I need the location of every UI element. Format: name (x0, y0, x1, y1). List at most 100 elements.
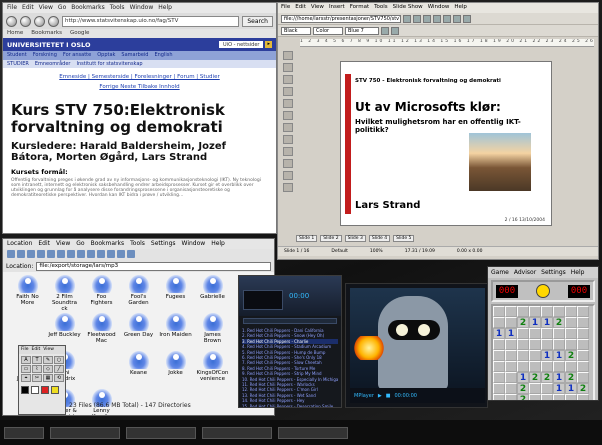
mine-cell[interactable] (505, 306, 517, 317)
menu-location[interactable]: Location (7, 240, 32, 248)
menu-view[interactable]: View (56, 240, 70, 248)
mine-cell[interactable]: 2 (517, 394, 529, 400)
paint-tool-icon[interactable]: ✎ (43, 356, 53, 364)
mine-cell[interactable] (565, 306, 577, 317)
mine-cell[interactable] (493, 361, 505, 372)
paint-tool-icon[interactable]: A (21, 356, 31, 364)
menu-window[interactable]: Window (428, 4, 450, 12)
slide-tab[interactable]: Slide 5 (393, 235, 415, 242)
mine-cell[interactable]: 1 (553, 372, 565, 383)
back-icon[interactable] (6, 15, 17, 27)
menu-view[interactable]: View (311, 4, 324, 12)
cut-icon[interactable] (433, 14, 441, 23)
mine-cell[interactable] (529, 328, 541, 339)
mine-cell[interactable] (493, 339, 505, 350)
curve-tool-icon[interactable] (283, 123, 293, 132)
slide-tab[interactable]: Slide 2 (320, 235, 342, 242)
menu-edit[interactable]: Edit (22, 4, 34, 12)
paint-tool-icon[interactable]: T (32, 356, 42, 364)
paint-tool-icon[interactable]: ✂ (32, 374, 42, 382)
print-icon[interactable] (87, 250, 95, 258)
print-icon[interactable] (423, 14, 431, 23)
mine-cell[interactable] (493, 350, 505, 361)
taskbar-button[interactable] (202, 426, 272, 439)
mine-cell[interactable] (505, 350, 517, 361)
mine-cell[interactable]: 2 (541, 372, 553, 383)
mine-cell[interactable] (565, 361, 577, 372)
mine-cell[interactable]: 1 (553, 383, 565, 394)
site-nav-tab[interactable]: Opptak (97, 52, 115, 59)
color-swatch[interactable] (21, 386, 29, 394)
mine-cell[interactable] (505, 339, 517, 350)
mine-cell[interactable] (577, 306, 589, 317)
ellipse-tool-icon[interactable] (283, 99, 293, 108)
mine-cell[interactable] (565, 317, 577, 328)
folder-item[interactable]: KingsOfCon venience (196, 351, 229, 389)
paste-icon[interactable] (77, 250, 85, 258)
fill-select[interactable]: Blue 7 (345, 26, 379, 35)
font-color-select[interactable]: Black (281, 26, 311, 35)
line-color-select[interactable]: Color (313, 26, 343, 35)
color-swatch[interactable] (41, 386, 49, 394)
paint-tool-icon[interactable]: ▭ (21, 365, 31, 373)
menu-view[interactable]: View (39, 4, 53, 12)
mine-cell[interactable]: 2 (565, 350, 577, 361)
mine-cell[interactable] (517, 339, 529, 350)
playlist-item[interactable]: 15. Red Hot Chili Peppers - Desecration … (242, 404, 338, 407)
rectangle-tool-icon[interactable] (283, 87, 293, 96)
mine-cell[interactable] (541, 394, 553, 400)
bold-icon[interactable] (391, 26, 399, 35)
mine-cell[interactable]: 1 (541, 350, 553, 361)
mine-cell[interactable] (565, 394, 577, 400)
paste-icon[interactable] (453, 14, 461, 23)
menu-game[interactable]: Game (491, 269, 509, 276)
folder-item[interactable]: Faith No More (11, 275, 44, 313)
site-search-input[interactable]: UiO - nettsider (219, 41, 264, 48)
site-sub-tab[interactable]: STUDIER (7, 61, 29, 67)
color-swatch[interactable] (31, 386, 39, 394)
site-sub-tab[interactable]: Institutt for statsvitenskap (77, 61, 143, 67)
menu-format[interactable]: Format (350, 4, 369, 12)
site-search-button[interactable]: ▸ (265, 41, 272, 48)
mine-cell[interactable] (577, 317, 589, 328)
connector-tool-icon[interactable] (283, 135, 293, 144)
slide-tab[interactable]: Slide 1 (296, 235, 318, 242)
menu-help[interactable]: Help (454, 4, 467, 12)
menu-settings[interactable]: Settings (151, 240, 176, 248)
rotate-tool-icon[interactable] (283, 159, 293, 168)
line-tool-icon[interactable] (283, 111, 293, 120)
bookmark-home[interactable]: Home (7, 30, 23, 37)
site-nav-tab[interactable]: Forskning (33, 52, 57, 59)
mine-cell[interactable] (541, 383, 553, 394)
paint-tool-icon[interactable]: ▦ (43, 374, 53, 382)
mine-cell[interactable] (517, 328, 529, 339)
shadow-icon[interactable] (381, 26, 389, 35)
menu-help[interactable]: Help (211, 240, 225, 248)
bookmark-bookmarks[interactable]: Bookmarks (31, 30, 62, 37)
smiley-button[interactable] (536, 284, 550, 298)
mine-cell[interactable] (577, 361, 589, 372)
menu-window[interactable]: Window (130, 4, 154, 12)
menu-advisor[interactable]: Advisor (514, 269, 536, 276)
forward-icon[interactable] (20, 15, 31, 27)
mine-cell[interactable] (577, 350, 589, 361)
arrange-tool-icon[interactable] (283, 183, 293, 192)
menu-view[interactable]: View (43, 347, 54, 353)
menu-settings[interactable]: Settings (541, 269, 566, 276)
menu-go[interactable]: Go (76, 240, 84, 248)
copy-icon[interactable] (443, 14, 451, 23)
folder-item[interactable]: 2 Film Soundtra ck (48, 275, 81, 313)
menu-window[interactable]: Window (182, 240, 206, 248)
paint-tool-icon[interactable]: ○ (54, 356, 64, 364)
quick-links[interactable]: Emneside | Semesterside | Forelesninger … (3, 74, 276, 80)
url-input[interactable]: http://www.statsvitenskap.uio.no/fag/STV (62, 15, 240, 27)
open-icon[interactable] (403, 14, 411, 23)
forward-icon[interactable] (27, 250, 35, 258)
mine-cell[interactable] (577, 339, 589, 350)
mine-cell[interactable] (493, 372, 505, 383)
menu-help[interactable]: Help (571, 269, 585, 276)
copy-icon[interactable] (67, 250, 75, 258)
mine-cell[interactable]: 1 (553, 350, 565, 361)
stop-icon[interactable] (48, 15, 59, 27)
mine-cell[interactable]: 1 (517, 372, 529, 383)
